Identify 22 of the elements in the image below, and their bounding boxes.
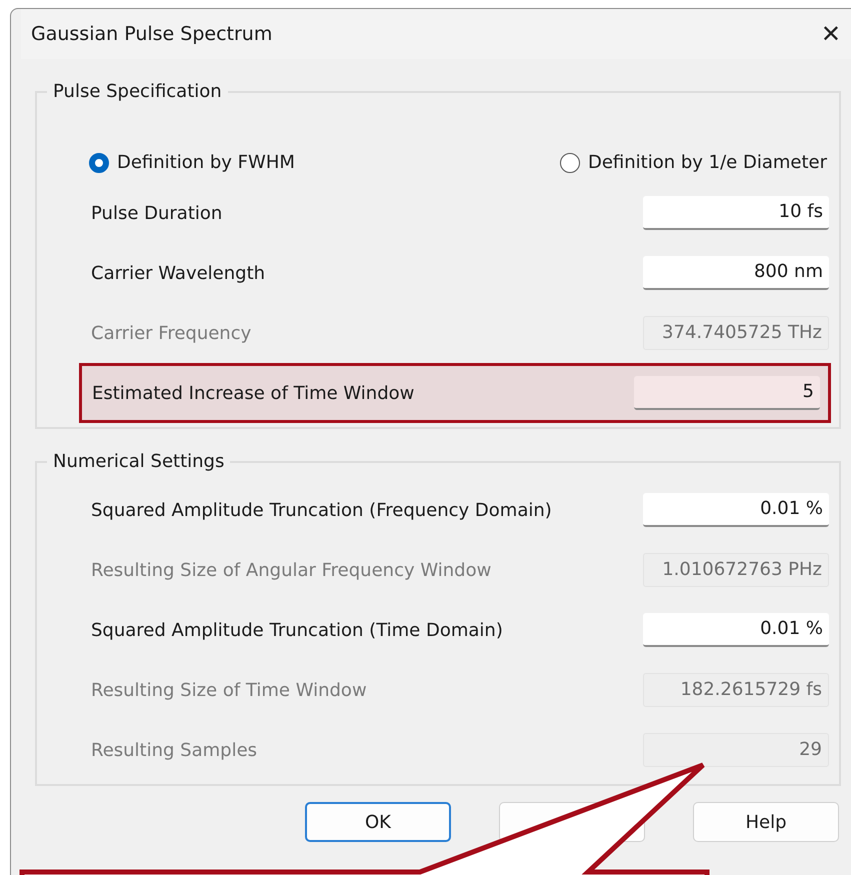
field-label: Squared Amplitude Truncation (Time Domain) xyxy=(91,620,503,640)
field-label: Pulse Duration xyxy=(91,202,222,224)
group-title: Pulse Specification xyxy=(52,81,223,102)
field-label: Carrier Wavelength xyxy=(91,262,266,284)
field-label: Estimated Increase of Time Window xyxy=(92,382,414,404)
field-label: Resulting Size of Time Window xyxy=(91,680,367,700)
input-field[interactable]: 0.01 % xyxy=(643,613,829,647)
close-button[interactable]: ✕ xyxy=(812,20,849,48)
input-field[interactable]: 5 xyxy=(634,376,820,410)
field-label: Resulting Samples xyxy=(91,740,258,760)
input-field[interactable]: 10 fs xyxy=(643,196,829,230)
field-label: Resulting Size of Angular Frequency Window xyxy=(91,560,492,580)
dialog-button[interactable]: OK xyxy=(305,802,451,842)
field-label: Carrier Frequency xyxy=(91,322,252,344)
radio-option[interactable]: Definition by 1/e Diameter xyxy=(560,152,827,173)
dialog-button[interactable]: Help xyxy=(693,802,839,842)
radio-option[interactable]: Definition by FWHM xyxy=(89,152,295,173)
input-field[interactable]: 800 nm xyxy=(643,256,829,290)
input-field[interactable]: 0.01 % xyxy=(643,493,829,527)
window-title: Gaussian Pulse Spectrum xyxy=(31,23,272,45)
field-label: Squared Amplitude Truncation (Frequency Domain) xyxy=(91,500,552,520)
group-title: Numerical Settings xyxy=(52,451,226,472)
